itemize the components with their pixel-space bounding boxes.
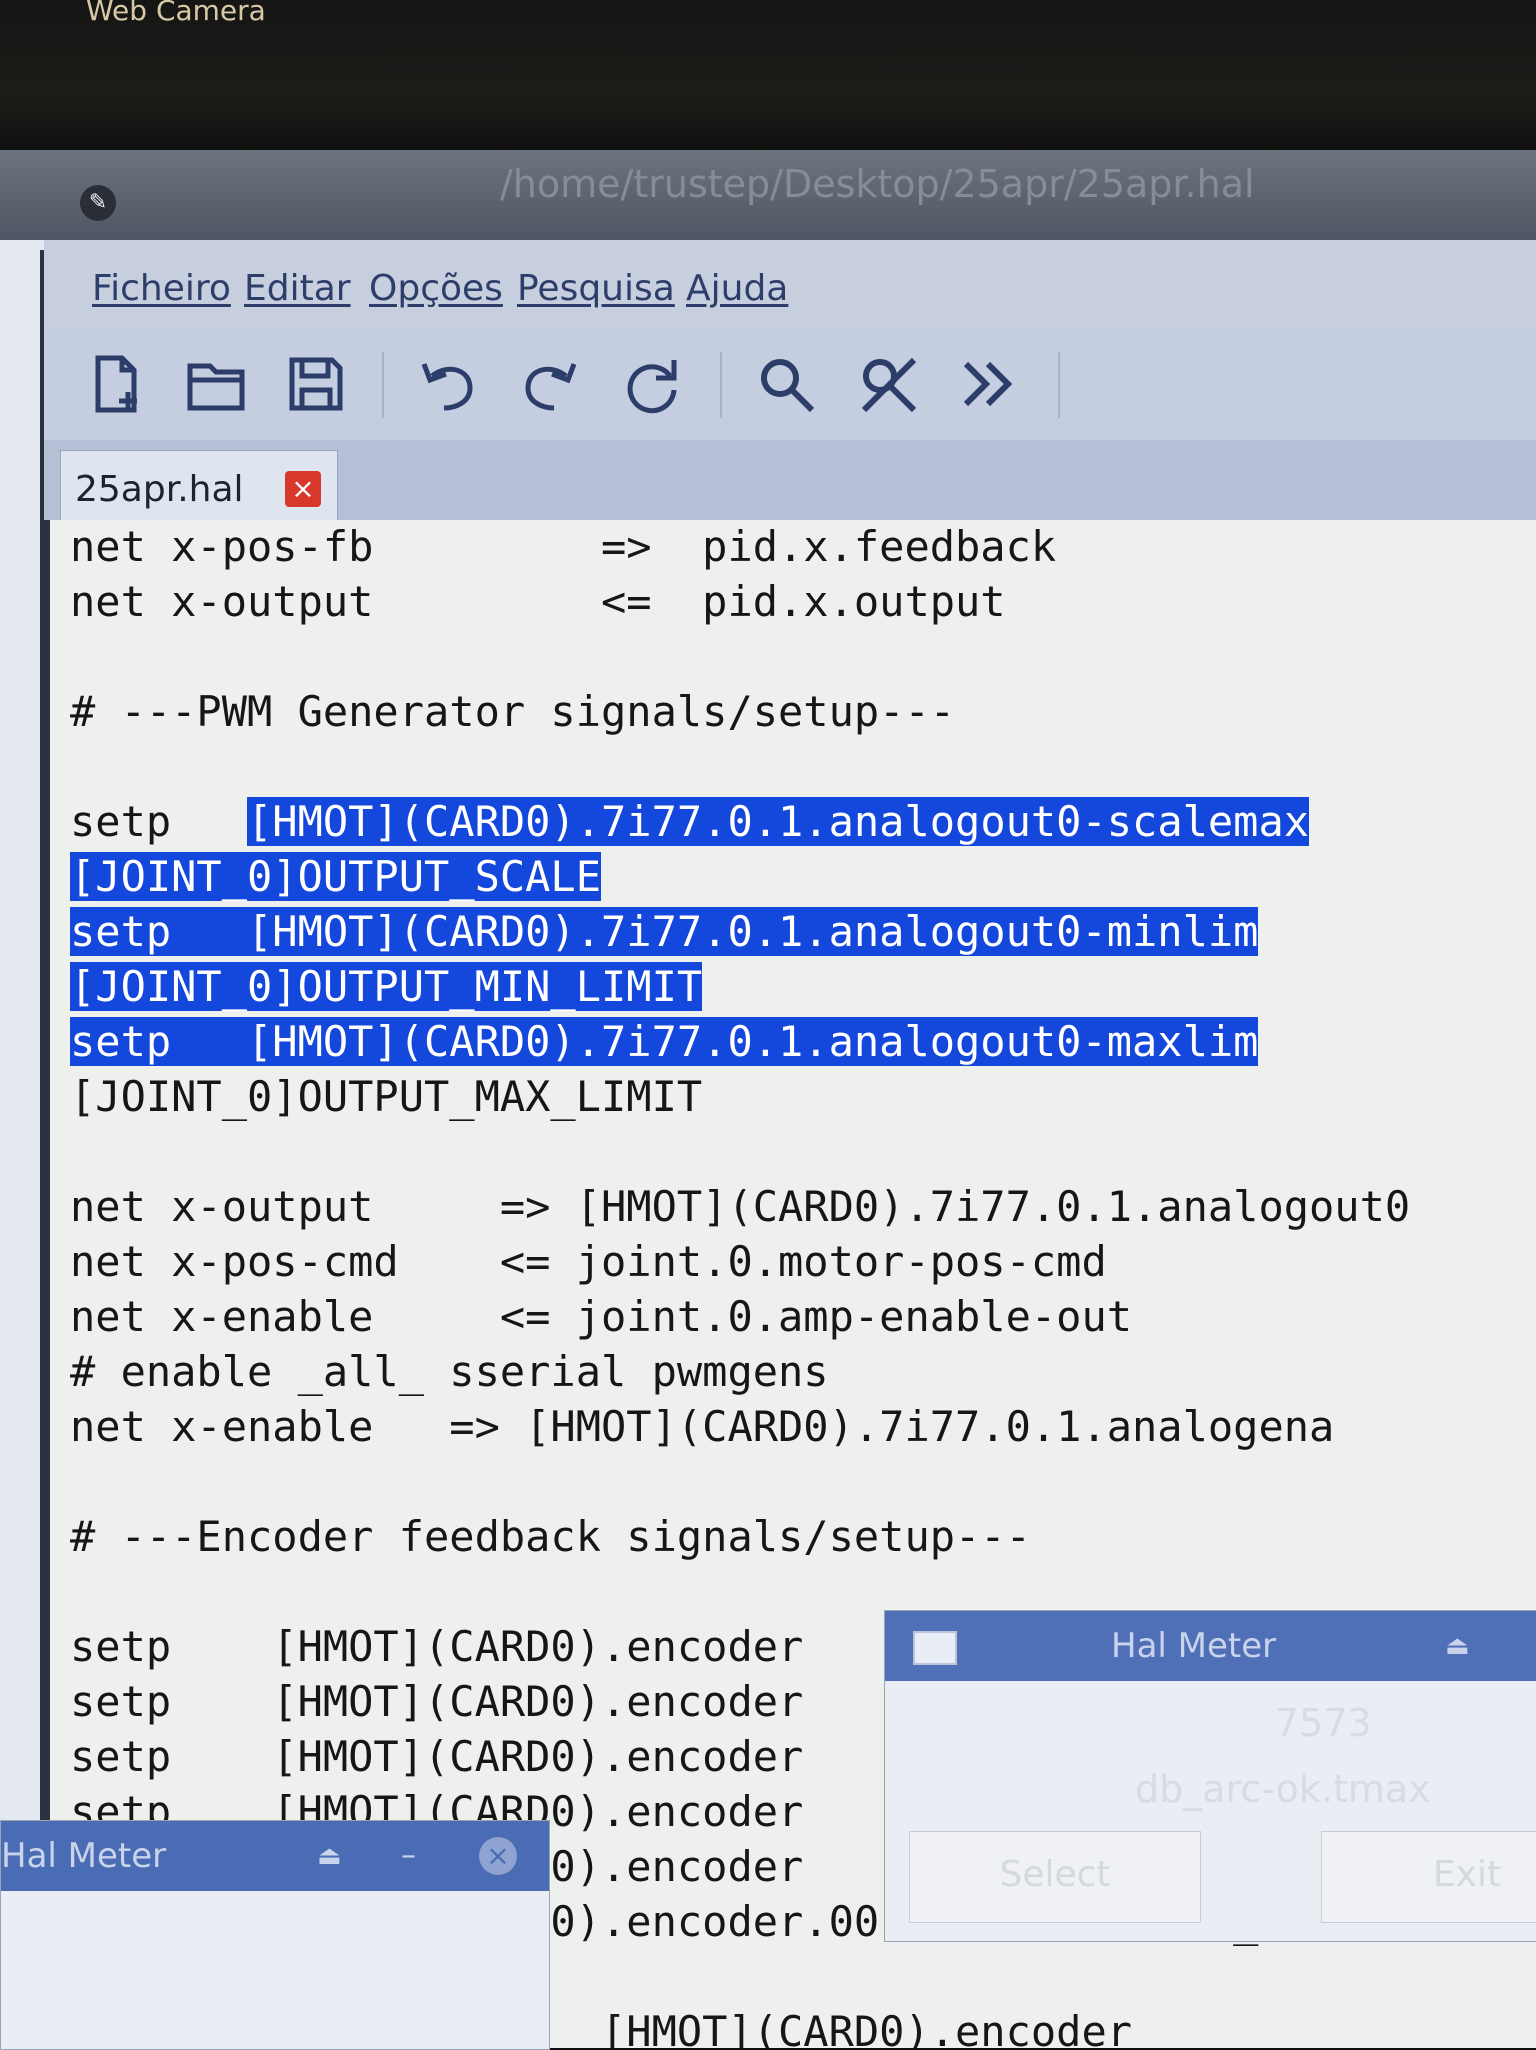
code-line[interactable]: setp [HMOT](CARD0).7i77.0.1.analogout0-m… bbox=[70, 1015, 1259, 1069]
code-line[interactable]: setp [HMOT](CARD0).encoder bbox=[70, 1620, 803, 1674]
code-line[interactable]: [JOINT_0]OUTPUT_SCALE bbox=[70, 850, 602, 904]
code-line[interactable]: net x-enable => [HMOT](CARD0).7i77.0.1.a… bbox=[70, 1400, 1334, 1454]
hal-meter-window-left: Hal Meter ⏏ – × bbox=[0, 1820, 550, 2050]
hal-meter-titlebar[interactable]: Hal Meter ⏏ bbox=[885, 1611, 1536, 1681]
code-line[interactable]: [JOINT_0]OUTPUT_MAX_LIMIT bbox=[70, 1070, 702, 1124]
go-to-line-icon[interactable] bbox=[956, 352, 1020, 416]
menu-pesquisa[interactable]: Pesquisa bbox=[517, 268, 675, 309]
menu-editar[interactable]: Editar bbox=[244, 268, 351, 309]
menu-ajuda[interactable]: Ajuda bbox=[686, 268, 788, 309]
selected-text: [JOINT_0]OUTPUT_MIN_LIMIT bbox=[70, 962, 703, 1011]
eject-icon[interactable]: ⏏ bbox=[317, 1821, 342, 1891]
open-folder-icon[interactable] bbox=[184, 352, 248, 416]
menu-ficheiro[interactable]: Ficheiro bbox=[92, 268, 231, 309]
selected-text: [HMOT](CARD0).7i77.0.1.analogout0-scalem… bbox=[247, 797, 1310, 846]
menu-opcoes[interactable]: Opções bbox=[369, 268, 503, 309]
selected-text: [JOINT_0]OUTPUT_SCALE bbox=[70, 852, 602, 901]
save-icon[interactable] bbox=[284, 352, 348, 416]
menu-bar: Ficheiro Editar Opções Pesquisa Ajuda bbox=[44, 240, 1536, 330]
exit-button[interactable]: Exit bbox=[1321, 1831, 1536, 1923]
hal-meter-value: 7573 bbox=[1275, 1701, 1372, 1745]
code-line[interactable]: net x-pos-fb => pid.x.feedback bbox=[70, 520, 1056, 574]
code-line[interactable]: net x-pos-cmd <= joint.0.motor-pos-cmd bbox=[70, 1235, 1107, 1289]
code-line[interactable]: setp [HMOT](CARD0).7i77.0.1.analogout0-s… bbox=[70, 795, 1310, 849]
close-icon[interactable]: × bbox=[285, 471, 321, 507]
webcam-label: Web Camera bbox=[86, 0, 266, 27]
hal-meter-title: Hal Meter bbox=[1, 1836, 167, 1876]
hal-meter-body: 7573 db_arc-ok.tmax Select Exit bbox=[885, 1681, 1536, 1941]
code-line[interactable]: net x-enable <= joint.0.amp-enable-out bbox=[70, 1290, 1132, 1344]
selected-text: setp [HMOT](CARD0).7i77.0.1.analogout0-m… bbox=[70, 907, 1259, 956]
select-button[interactable]: Select bbox=[909, 1831, 1201, 1923]
search-icon[interactable] bbox=[754, 352, 818, 416]
pencil-icon: ✎ bbox=[80, 185, 116, 221]
webcam-frame: Web Camera bbox=[0, 0, 1536, 175]
code-line[interactable]: # ---Encoder feedback signals/setup--- bbox=[70, 1510, 1031, 1564]
hal-meter-body bbox=[1, 1891, 549, 2049]
hal-meter-title: Hal Meter bbox=[1111, 1626, 1277, 1666]
close-icon[interactable]: × bbox=[479, 1837, 517, 1875]
tab-25apr-hal[interactable]: 25apr.hal × bbox=[60, 450, 338, 523]
hal-meter-titlebar[interactable]: Hal Meter ⏏ – × bbox=[1, 1821, 549, 1891]
hal-meter-signal: db_arc-ok.tmax bbox=[1135, 1767, 1431, 1811]
new-file-icon[interactable] bbox=[84, 352, 148, 416]
toolbar-separator bbox=[1058, 352, 1060, 418]
code-line[interactable]: setp [HMOT](CARD0).encoder bbox=[70, 1675, 803, 1729]
hal-meter-window-right: Hal Meter ⏏ 7573 db_arc-ok.tmax Select E… bbox=[884, 1610, 1536, 1942]
reload-icon[interactable] bbox=[620, 352, 684, 416]
code-line[interactable]: [JOINT_0]OUTPUT_MIN_LIMIT bbox=[70, 960, 703, 1014]
code-line[interactable]: net x-output <= pid.x.output bbox=[70, 575, 1006, 629]
window-title: /home/trustep/Desktop/25apr/25apr.hal bbox=[500, 162, 1255, 206]
code-line[interactable]: net x-output => [HMOT](CARD0).7i77.0.1.a… bbox=[70, 1180, 1410, 1234]
find-replace-icon[interactable] bbox=[856, 352, 920, 416]
title-bar[interactable]: ✎ /home/trustep/Desktop/25apr/25apr.hal bbox=[0, 150, 1536, 240]
tab-bar: 25apr.hal × bbox=[44, 440, 1536, 523]
code-line[interactable]: # enable _all_ sserial pwmgens bbox=[70, 1345, 829, 1399]
code-line[interactable]: setp [HMOT](CARD0).7i77.0.1.analogout0-m… bbox=[70, 905, 1259, 959]
code-text: setp bbox=[70, 797, 248, 846]
toolbar-separator bbox=[720, 352, 722, 418]
selected-text: setp [HMOT](CARD0).7i77.0.1.analogout0-m… bbox=[70, 1017, 1259, 1066]
toolbar bbox=[44, 330, 1536, 440]
eject-icon[interactable]: ⏏ bbox=[1445, 1611, 1470, 1681]
tab-label: 25apr.hal bbox=[75, 469, 244, 510]
window-icon bbox=[913, 1631, 957, 1665]
code-line[interactable]: setp [HMOT](CARD0).encoder bbox=[70, 1730, 803, 1784]
toolbar-separator bbox=[382, 352, 384, 418]
code-line[interactable]: # ---PWM Generator signals/setup--- bbox=[70, 685, 955, 739]
minimize-icon[interactable]: – bbox=[401, 1821, 416, 1891]
redo-icon[interactable] bbox=[518, 352, 582, 416]
undo-icon[interactable] bbox=[416, 352, 480, 416]
